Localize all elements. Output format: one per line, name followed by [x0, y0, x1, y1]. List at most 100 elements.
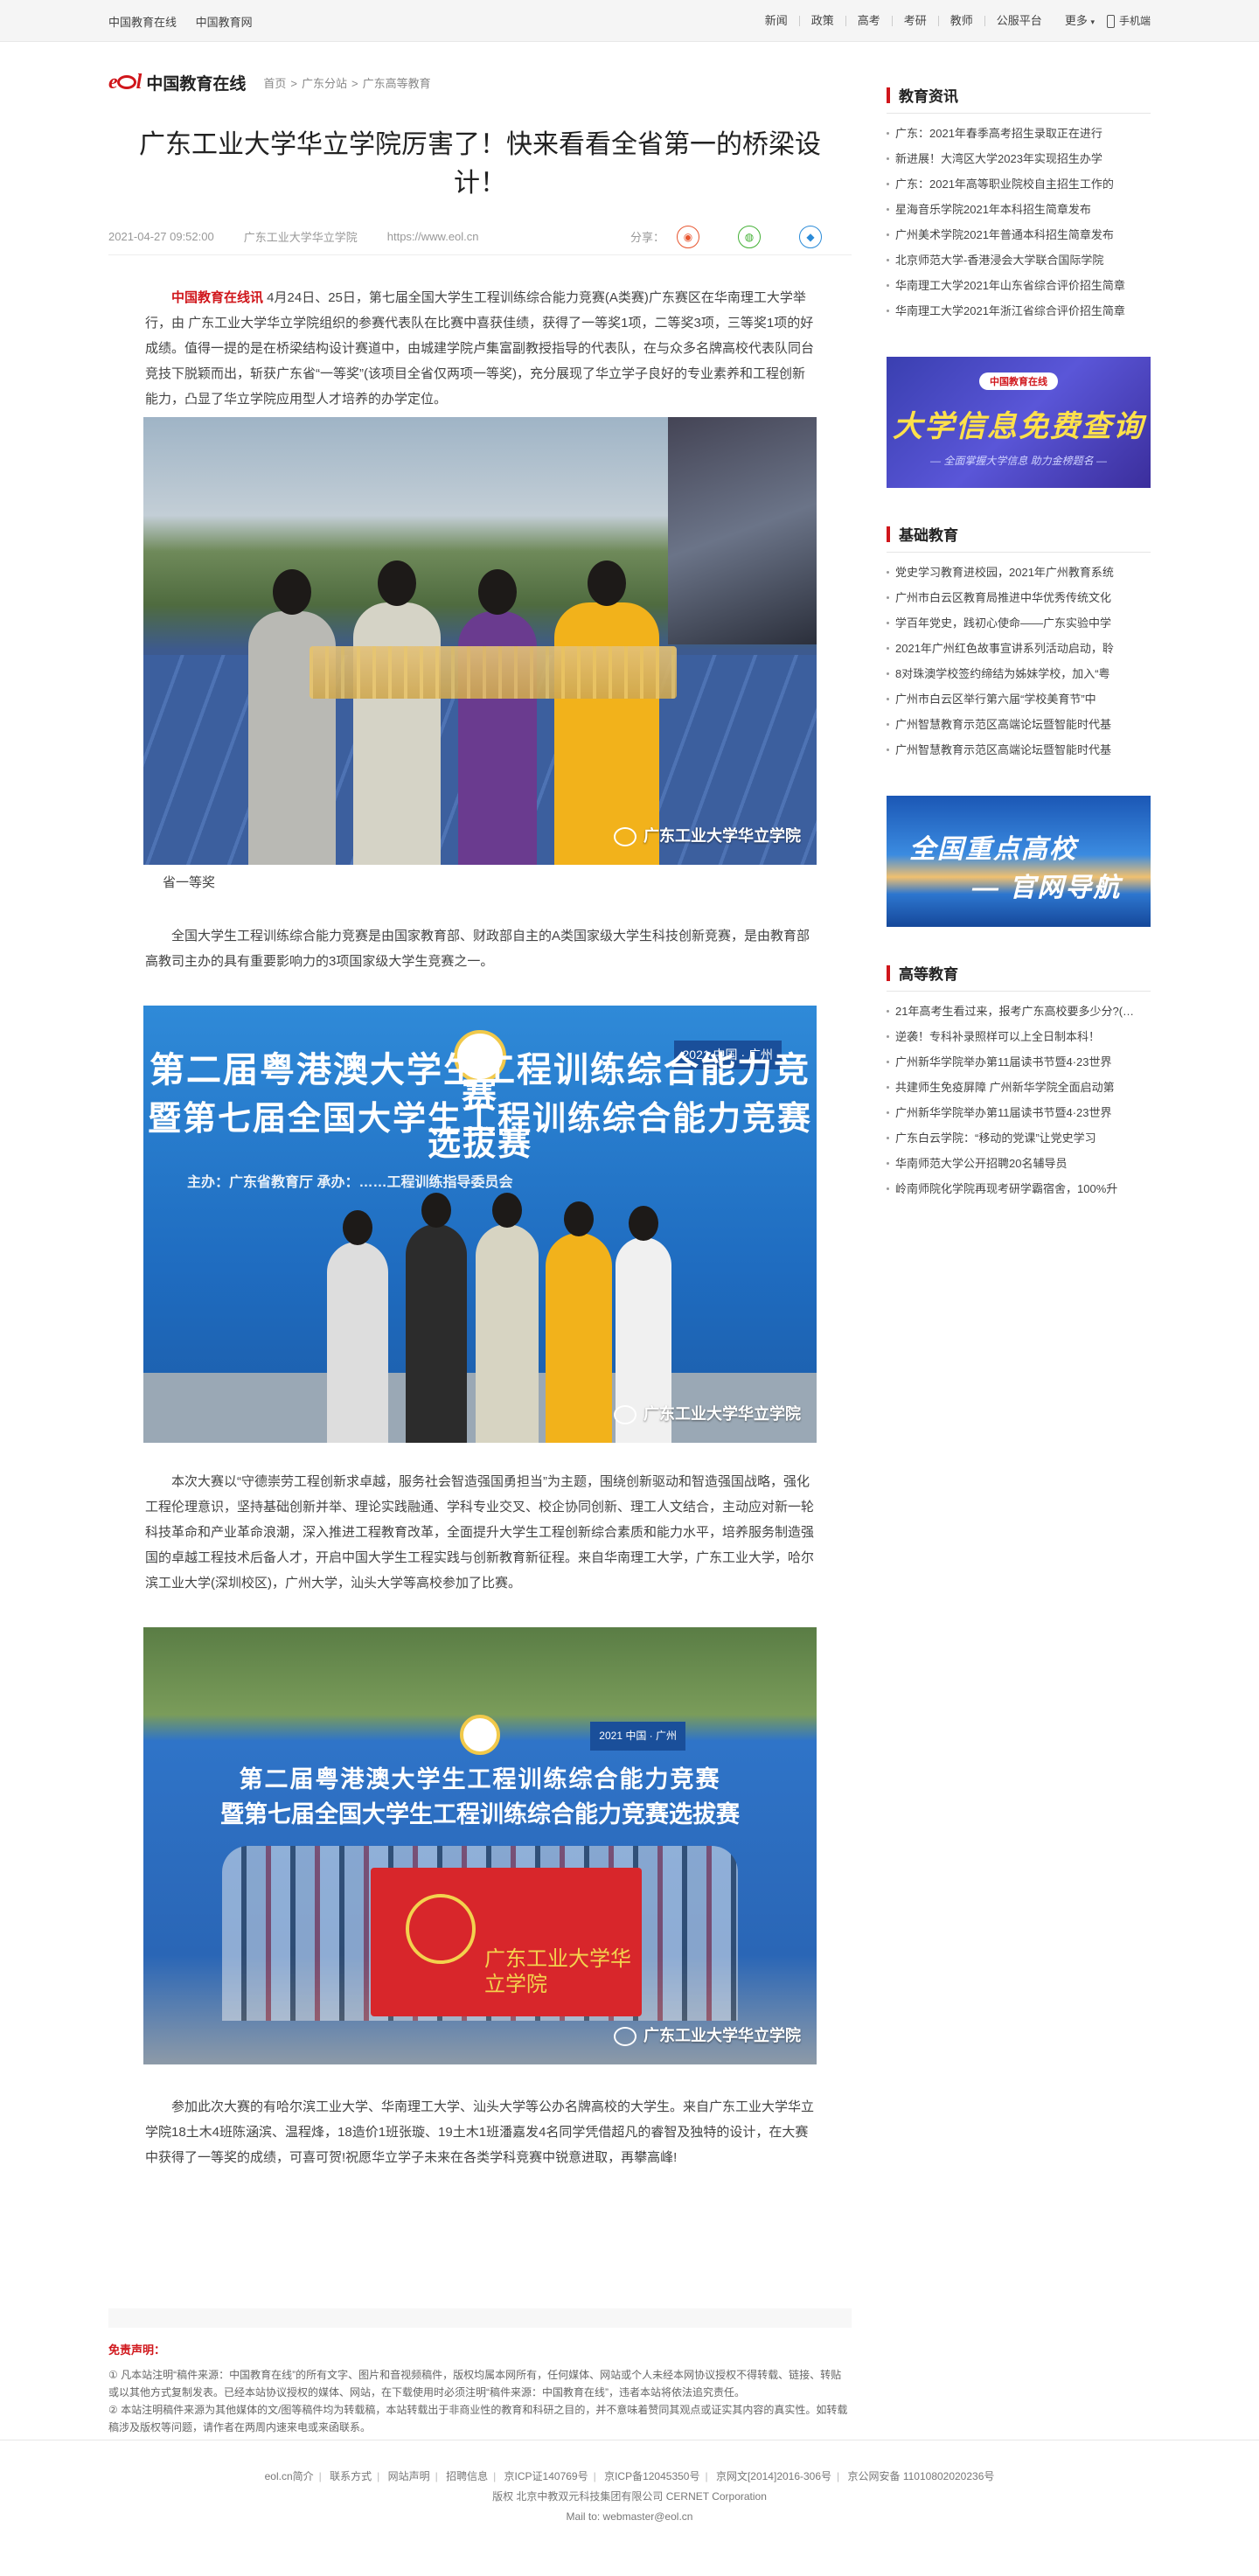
- list-item[interactable]: 学百年党史，践初心使命——广东实验中学: [887, 610, 1151, 636]
- photo-person: [406, 1193, 467, 1443]
- banner-line-2: 暨第七届全国大学生工程训练综合能力竞赛选拔赛: [147, 1101, 812, 1163]
- banner-sub: 主办：广东省教育厅 承办：……工程训练指导委员会: [187, 1175, 513, 1190]
- top-left-links: 中国教育在线 中国教育网: [108, 13, 268, 30]
- list-item[interactable]: 广东：2021年高等职业院校自主招生工作的: [887, 171, 1151, 197]
- photo-watermark: 广东工业大学华立学院: [614, 824, 801, 849]
- list-item[interactable]: 广东：2021年春季高考招生录取正在进行: [887, 121, 1151, 146]
- college-flag: 广东工业大学华立学院: [371, 1868, 642, 2016]
- list-item[interactable]: 广州新华学院举办第11届读书节暨4·23世界: [887, 1100, 1151, 1125]
- footer-copyright: 版权 北京中教双元科技集团有限公司 CERNET Corporation: [492, 2490, 767, 2503]
- list-item[interactable]: 华南理工大学2021年浙江省综合评价招生简章: [887, 298, 1151, 324]
- ad-headline: 大学信息免费查询: [893, 410, 1144, 443]
- photo-stand: [668, 417, 817, 644]
- competition-badge-icon: [460, 1715, 500, 1755]
- disclaimer-title: 免责声明：: [108, 2343, 166, 2357]
- breadcrumb-home[interactable]: 首页: [263, 77, 286, 90]
- nav-more-label: 更多: [1064, 13, 1088, 27]
- qq-share-icon[interactable]: ◆: [799, 225, 822, 248]
- section-title: 高等教育: [887, 962, 1151, 992]
- footer-link[interactable]: 京ICP证140769号: [504, 2470, 588, 2482]
- list-item[interactable]: 广州美术学院2021年普通本科招生简章发布: [887, 222, 1151, 247]
- source-url[interactable]: https://www.eol.cn: [387, 230, 479, 243]
- ad-tagline: — 全面掌握大学信息 助力金榜题名 —: [929, 455, 1107, 467]
- list-item[interactable]: 广州智慧教育示范区高端论坛暨智能时代基: [887, 737, 1151, 762]
- weibo-share-icon[interactable]: ◉: [677, 225, 699, 248]
- nav-kaoyan[interactable]: 考研: [893, 15, 939, 26]
- list-item[interactable]: 党史学习教育进校园，2021年广州教育系统: [887, 560, 1151, 585]
- footer-link[interactable]: 京ICP备12045350号: [604, 2470, 699, 2482]
- footer-link[interactable]: 京公网安备 11010802020236号: [848, 2470, 995, 2482]
- list-item[interactable]: 广州智慧教育示范区高端论坛暨智能时代基: [887, 712, 1151, 737]
- footer-link[interactable]: 联系方式: [330, 2470, 372, 2482]
- nav-public-service[interactable]: 公服平台: [985, 15, 1054, 26]
- photo-caption: 省一等奖: [163, 875, 216, 890]
- list-item[interactable]: 广东白云学院：“移动的党课”让党史学习: [887, 1125, 1151, 1151]
- section-title-text: 教育资讯: [899, 88, 958, 105]
- banner-year: 2021 中国 · 广州: [590, 1722, 685, 1751]
- photo-watermark: 广东工业大学华立学院: [614, 2023, 801, 2049]
- banner-line-2: 暨第七届全国大学生工程训练综合能力竞赛选拔赛: [220, 1801, 740, 1828]
- link-eol[interactable]: 中国教育在线: [108, 16, 177, 29]
- list-item[interactable]: 共建师生免疫屏障 广州新华学院全面启动第: [887, 1075, 1151, 1100]
- photo-person: [353, 560, 441, 865]
- paragraph-1-text: 4月24日、25日，第七届全国大学生工程训练综合能力竞赛(A类赛)广东赛区在华南…: [145, 290, 815, 407]
- list-item[interactable]: 广州新华学院举办第11届读书节暨4·23世界: [887, 1049, 1151, 1075]
- top-bar: 中国教育在线 中国教育网 新闻 政策 高考 考研 教师 公服平台 更多 ▾ 手机…: [0, 0, 1259, 42]
- nav-news[interactable]: 新闻: [754, 15, 800, 26]
- list-item[interactable]: 岭南师院化学院再现考研学霸宿舍，100%升: [887, 1176, 1151, 1201]
- breadcrumb-guangdong[interactable]: 广东分站: [302, 77, 347, 90]
- list-item[interactable]: 广州市白云区举行第六届“学校美育节”中: [887, 686, 1151, 712]
- nav-policy[interactable]: 政策: [800, 15, 846, 26]
- photo-person: [546, 1201, 612, 1443]
- list-item[interactable]: 8对珠澳学校签约缔结为姊妹学校，加入“粤: [887, 661, 1151, 686]
- paragraph-4: 参加此次大赛的有哈尔滨工业大学、华南理工大学、汕头大学等公办名牌高校的大学生。来…: [145, 2099, 815, 2165]
- breadcrumb: 首页 > 广东分站 > 广东高等教育: [263, 76, 431, 90]
- photo-person: [476, 1193, 539, 1443]
- list-item[interactable]: 逆袭！专科补录照样可以上全日制本科！: [887, 1024, 1151, 1049]
- nav-teacher[interactable]: 教师: [939, 15, 985, 26]
- paragraph-2: 全国大学生工程训练综合能力竞赛是由国家教育部、财政部自主的A类国家级大学生科技创…: [145, 929, 810, 969]
- list-item[interactable]: 新进展！大湾区大学2023年实现招生办学: [887, 146, 1151, 171]
- wechat-share-icon[interactable]: ◍: [738, 225, 761, 248]
- footer-link[interactable]: 京网文[2014]2016-306号: [716, 2470, 831, 2482]
- list-item[interactable]: 华南师范大学公开招聘20名辅导员: [887, 1151, 1151, 1176]
- footer-link[interactable]: 网站声明: [388, 2470, 430, 2482]
- footer-links: eol.cn简介 | 联系方式 | 网站声明 | 招聘信息 | 京ICP证140769号…: [264, 2470, 995, 2482]
- footer-mail[interactable]: Mail to: webmaster@eol.cn: [0, 2507, 1259, 2527]
- breadcrumb-higher-edu[interactable]: 广东高等教育: [363, 77, 431, 90]
- watermark-text: 广东工业大学华立学院: [643, 1405, 801, 1423]
- disclaimer-line-2: ② 本站注明稿件来源为其他媒体的文/图等稿件均为转载稿，本站转载出于非商业性的教…: [108, 2404, 848, 2433]
- publish-date: 2021-04-27 09:52:00: [108, 230, 214, 243]
- college-emblem-icon: [406, 1894, 476, 1964]
- sidebar-section-basic-edu: 基础教育 党史学习教育进校园，2021年广州教育系统 广州市白云区教育局推进中华…: [887, 523, 1151, 762]
- paragraph-1: 中国教育在线讯 4月24日、25日，第七届全国大学生工程训练综合能力竞赛(A类赛…: [108, 285, 852, 412]
- logo-breadcrumb-row: el 中国教育在线 首页 > 广东分站 > 广东高等教育: [108, 63, 852, 101]
- higher-edu-list: 21年高考生看过来，报考广东高校要多少分?(… 逆袭！专科补录照样可以上全日制本…: [887, 999, 1151, 1201]
- divider-bar: [108, 2308, 852, 2328]
- list-item[interactable]: 北京师范大学-香港浸会大学联合国际学院: [887, 247, 1151, 273]
- mobile-link[interactable]: 手机端: [1106, 14, 1151, 28]
- list-item[interactable]: 广州市白云区教育局推进中华优秀传统文化: [887, 585, 1151, 610]
- ad-key-universities[interactable]: 全国重点高校 — 官网导航: [887, 796, 1151, 927]
- banner-line-1: 第二届粤港澳大学生工程训练综合能力竞赛: [239, 1766, 721, 1793]
- share-label: 分享：: [630, 231, 664, 244]
- list-item[interactable]: 21年高考生看过来，报考广东高校要多少分?(…: [887, 999, 1151, 1024]
- list-item[interactable]: 2021年广州红色故事宣讲系列活动启动，聆: [887, 636, 1151, 661]
- ad-university-info[interactable]: 中国教育在线 大学信息免费查询 — 全面掌握大学信息 助力金榜题名 —: [887, 357, 1151, 488]
- top-nav: 新闻 政策 高考 考研 教师 公服平台 更多 ▾ 手机端: [754, 13, 1151, 28]
- link-edu-net[interactable]: 中国教育网: [196, 16, 253, 29]
- footer: eol.cn简介 | 联系方式 | 网站声明 | 招聘信息 | 京ICP证140769号…: [0, 2440, 1259, 2527]
- list-item[interactable]: 星海音乐学院2021年本科招生简章发布: [887, 197, 1151, 222]
- paragraph-3: 本次大赛以“守德崇劳工程创新求卓越，服务社会智造强国勇担当”为主题，围绕创新驱动…: [145, 1474, 815, 1591]
- disclaimer-line-1: ① 凡本站注明“稿件来源：中国教育在线”的所有文字、图片和音视频稿件，版权均属本…: [108, 2369, 842, 2398]
- site-logo[interactable]: el 中国教育在线: [108, 71, 246, 94]
- footer-link[interactable]: eol.cn简介: [265, 2470, 314, 2482]
- nav-more[interactable]: 更多 ▾: [1054, 13, 1102, 27]
- article-body: 中国教育在线讯 4月24日、25日，第七届全国大学生工程训练综合能力竞赛(A类赛…: [108, 285, 852, 2170]
- footer-link[interactable]: 招聘信息: [446, 2470, 488, 2482]
- sidebar-section-higher-edu: 高等教育 21年高考生看过来，报考广东高校要多少分?(… 逆袭！专科补录照样可以…: [887, 962, 1151, 1201]
- article-meta: 2021-04-27 09:52:00 广东工业大学华立学院 https://w…: [108, 225, 852, 255]
- list-item[interactable]: 华南理工大学2021年山东省综合评价招生简章: [887, 273, 1151, 298]
- sidebar: 教育资讯 广东：2021年春季高考招生录取正在进行 新进展！大湾区大学2023年…: [887, 84, 1151, 1201]
- nav-gaokao[interactable]: 高考: [846, 15, 893, 26]
